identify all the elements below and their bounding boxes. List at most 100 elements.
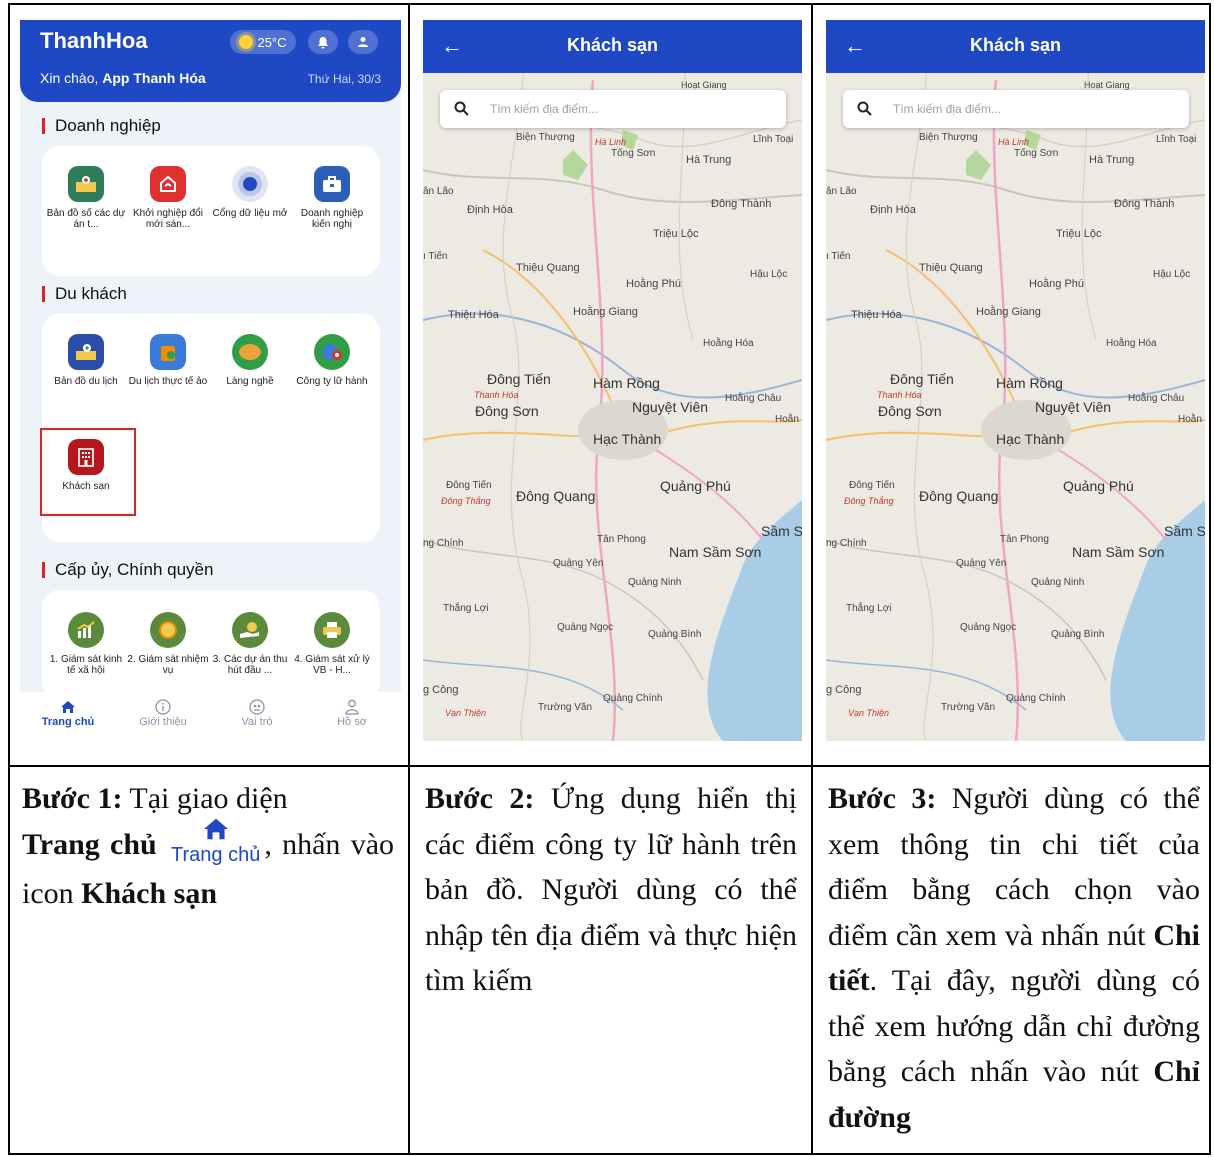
- step-3-text: Bước 3: Người dùng có thể xem thông tin …: [828, 776, 1200, 1140]
- map-place-label: ân Lão: [826, 186, 857, 197]
- bottom-nav: Trang chủ Giới thiệu Vai trò Hồ sơ: [20, 692, 401, 742]
- map-place-label: Quảng Yên: [956, 558, 1007, 569]
- map-place-label: Hoằng Hóa: [703, 338, 754, 349]
- map-place-label: g Công: [423, 684, 459, 696]
- map-place-label: Tân Phong: [1000, 534, 1049, 545]
- map-place-label: Quảng Yên: [553, 558, 604, 569]
- nav-label: Trang chủ: [41, 716, 95, 728]
- app-item-digital-map[interactable]: Bản đồ số các dự án t...: [45, 166, 127, 230]
- map-place-label: Đông Quang: [516, 488, 596, 504]
- map-place-label: Lĩnh Toại: [1156, 134, 1197, 145]
- step-text: . Tại đây, người dùng có thể xem hướng d…: [828, 964, 1200, 1088]
- app-item-open-data[interactable]: Cổng dữ liệu mở: [209, 166, 291, 219]
- step-label: Bước 1:: [22, 782, 123, 815]
- map-place-label: Thanh Hóa: [877, 390, 922, 400]
- craft-village-icon: [232, 334, 268, 370]
- map-place-label: Hoằng Phú: [626, 278, 682, 290]
- map-place-label: Quảng Chính: [603, 693, 663, 704]
- map-place-label: ng Chính: [826, 538, 867, 549]
- business-card: Bản đồ số các dự án t... Khởi nghiệp đổi…: [42, 146, 380, 276]
- home-icon: [203, 818, 228, 839]
- map-place-label: Triệu Lộc: [653, 228, 699, 240]
- map-place-label: Sầm Sơn: [1164, 523, 1205, 539]
- greeting-name: App Thanh Hóa: [102, 70, 206, 86]
- section-title-text: Du khách: [55, 284, 127, 303]
- briefcase-icon: [314, 166, 350, 202]
- app-label: 3. Các dự án thu hút đầu ...: [212, 654, 288, 676]
- app-item-investment-projects[interactable]: 3. Các dự án thu hút đầu ...: [209, 612, 291, 676]
- map-place-label: Hà Trung: [1089, 154, 1135, 166]
- map-place-label: Quảng Bình: [648, 629, 702, 640]
- map-place-label: Quảng Phú: [660, 478, 731, 494]
- app-item-business-petition[interactable]: Doanh nghiệp kiến nghị: [291, 166, 373, 230]
- bell-icon: [318, 36, 328, 48]
- weather-badge[interactable]: 25°C: [230, 30, 296, 54]
- nav-about[interactable]: Giới thiệu: [123, 698, 203, 728]
- map-place-label: ân Lão: [423, 186, 454, 197]
- search-box[interactable]: Tìm kiếm địa điểm...: [843, 90, 1189, 128]
- app-item-economy-monitor[interactable]: 1. Giám sát kinh tế xã hội: [45, 612, 127, 676]
- greeting-prefix: Xin chào,: [40, 70, 103, 86]
- app-label: 4. Giám sát xử lý VB - H...: [294, 654, 370, 676]
- profile-icon: [312, 698, 392, 716]
- step-label: Bước 3:: [828, 782, 937, 815]
- app-label: Bản đồ số các dự án t...: [46, 208, 126, 230]
- map-place-label: Hậu Lộc: [750, 269, 788, 280]
- app-item-task-monitor[interactable]: 2. Giám sát nhiệm vụ: [127, 612, 209, 676]
- role-icon: [217, 698, 297, 716]
- nav-home[interactable]: Trang chủ: [28, 698, 108, 728]
- map-place-label: Quảng Ninh: [1031, 577, 1085, 588]
- app-label: Cổng dữ liệu mở: [212, 208, 288, 219]
- app-label: Công ty lữ hành: [296, 376, 368, 387]
- map-place-label: Đông Thắng: [441, 496, 491, 506]
- map-place-label: Hoằn: [775, 414, 799, 425]
- nav-profile[interactable]: Hồ sơ: [312, 698, 392, 728]
- map-place-label: Hà Linh: [998, 137, 1030, 147]
- hotel-highlight-box: [40, 428, 136, 516]
- map-place-label: Lĩnh Toại: [753, 134, 794, 145]
- map-place-label: Hàm Rồng: [593, 375, 660, 391]
- map-place-label: Tống Sơn: [611, 148, 656, 159]
- map-place-label: Thiệu Hóa: [851, 309, 902, 321]
- map-place-label: Thắng Lợi: [846, 603, 892, 614]
- step-1-text: Bước 1: Tại giao diện Trang chủ Trang ch…: [22, 776, 394, 916]
- map-place-label: Đông Tiến: [849, 480, 895, 491]
- app-item-craft-village[interactable]: Làng nghề: [209, 334, 291, 387]
- map-place-label: Thiệu Hóa: [448, 309, 499, 321]
- app-item-startup[interactable]: Khởi nghiệp đổi mới sán...: [127, 166, 209, 230]
- nav-label: Hồ sơ: [337, 716, 367, 728]
- info-icon: [123, 698, 203, 716]
- map-place-label: Hoằn: [1178, 414, 1202, 425]
- app-item-virtual-tour[interactable]: Du lịch thực tế ảo: [127, 334, 209, 387]
- home-icon: [28, 698, 108, 716]
- map-place-label: Thanh Hóa: [474, 390, 519, 400]
- search-box[interactable]: Tìm kiếm địa điểm...: [440, 90, 786, 128]
- map-place-label: Quảng Ngọc: [960, 622, 1017, 633]
- app-item-document-monitor[interactable]: 4. Giám sát xử lý VB - H...: [291, 612, 373, 676]
- map-header: ← Khách sạn: [423, 20, 802, 73]
- map-place-label: Vạn Thiện: [848, 708, 890, 718]
- app-item-travel-company[interactable]: Công ty lữ hành: [291, 334, 373, 387]
- greeting: Xin chào, App Thanh Hóa: [40, 70, 206, 86]
- map-place-label: Trường Văn: [941, 702, 996, 713]
- map-place-label: Vạn Thiện: [445, 708, 487, 718]
- investment-icon: [232, 612, 268, 648]
- bell-button[interactable]: [308, 30, 338, 54]
- app-label: 1. Giám sát kinh tế xã hội: [49, 654, 123, 676]
- map-place-label: Đông Sơn: [475, 403, 539, 419]
- map-place-label: Thiệu Quang: [516, 262, 580, 274]
- map-place-label: g Công: [826, 684, 862, 696]
- map-place-label: Biện Thượng: [516, 132, 575, 143]
- app-item-travel-map[interactable]: Bản đồ du lịch: [45, 334, 127, 387]
- map-place-label: Nguyệt Viên: [632, 399, 709, 415]
- map-place-label: Đông Quang: [919, 488, 999, 504]
- search-icon: [454, 101, 469, 116]
- map-place-label: Hà Trung: [686, 154, 732, 166]
- map-place-label: Quảng Ninh: [628, 577, 682, 588]
- map-place-label: Quảng Chính: [1006, 693, 1066, 704]
- inline-home-nav: Trang chủ: [171, 817, 260, 865]
- map-place-label: Tống Sơn: [1014, 148, 1059, 159]
- nav-role[interactable]: Vai trò: [217, 698, 297, 728]
- profile-button[interactable]: [348, 30, 378, 54]
- map-place-label: Đông Tiến: [487, 371, 551, 387]
